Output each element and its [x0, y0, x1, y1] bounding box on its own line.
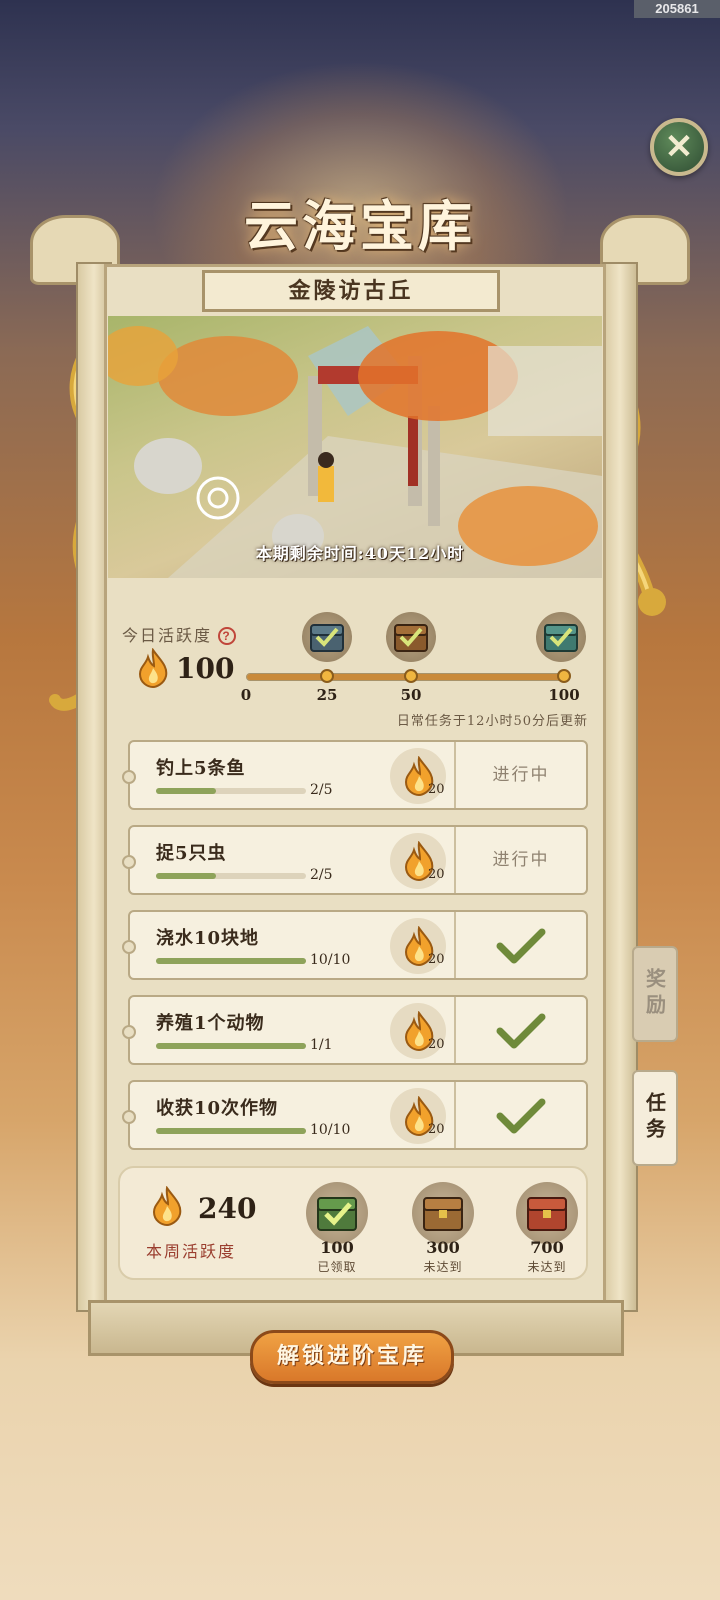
task-name: 捉5只虫 — [156, 843, 227, 864]
time-remaining: 本期剩余时间:40天12小时 — [255, 544, 465, 563]
tick-label: 0 — [240, 686, 252, 704]
corner-id: 205861 — [634, 0, 720, 18]
wood-chest-icon — [423, 1197, 463, 1231]
chest-50[interactable] — [386, 612, 436, 662]
task-reward-value: 20 — [428, 867, 445, 882]
wood-chest-icon — [394, 624, 428, 652]
task-progress-fill — [156, 1128, 306, 1134]
weekly-tier-value: 300 — [426, 1238, 460, 1257]
task-row[interactable]: 浇水10块地 10/10 20 — [122, 910, 588, 980]
tab-reward[interactable]: 奖励 — [632, 946, 678, 1042]
task-divider — [454, 997, 456, 1063]
close-icon: ✕ — [664, 128, 694, 166]
weekly-tier-state: 未达到 — [527, 1260, 567, 1274]
task-divider — [454, 912, 456, 978]
tick-marker — [557, 669, 571, 683]
close-button[interactable]: ✕ — [650, 118, 708, 176]
task-name: 钓上5条鱼 — [156, 758, 246, 779]
task-count: 10/10 — [310, 952, 351, 968]
weekly-chest-700[interactable] — [516, 1182, 578, 1244]
tick-label: 25 — [316, 686, 338, 704]
green-chest-icon — [310, 624, 344, 652]
check-icon — [496, 928, 546, 964]
task-reward-value: 20 — [428, 1122, 445, 1137]
check-icon — [496, 1098, 546, 1134]
task-notch — [122, 1110, 136, 1124]
green-chest-icon — [317, 1197, 357, 1231]
unlock-advanced-button[interactable]: 解锁进阶宝库 — [250, 1330, 454, 1384]
task-progress-fill — [156, 1043, 306, 1049]
task-row[interactable]: 养殖1个动物 1/1 20 — [122, 995, 588, 1065]
tick-label: 100 — [548, 686, 580, 704]
task-reward-value: 20 — [428, 952, 445, 967]
refresh-note: 日常任务于12小时50分后更新 — [396, 714, 588, 729]
task-progress-bar — [156, 1043, 306, 1049]
jade-chest-icon — [544, 624, 578, 652]
task-progress-fill — [156, 873, 216, 879]
task-name: 收获10次作物 — [156, 1098, 279, 1119]
task-status: 进行中 — [492, 765, 550, 785]
weekly-tier-value: 100 — [320, 1238, 354, 1257]
task-count: 2/5 — [310, 782, 333, 798]
location-title: 金陵访古丘 — [202, 270, 500, 312]
page-title: 云海宝库 — [244, 194, 476, 258]
check-icon — [496, 1013, 546, 1049]
tick-marker — [404, 669, 418, 683]
task-reward-value: 20 — [428, 782, 445, 797]
task-reward-value: 20 — [428, 1037, 445, 1052]
fire-icon — [138, 648, 168, 688]
chest-100[interactable] — [536, 612, 586, 662]
scene-illustration — [108, 316, 602, 578]
task-progress-fill — [156, 788, 216, 794]
task-progress-bar — [156, 873, 306, 879]
weekly-activity: 240 本周活跃度 100 已领取 300 未达到 700 未达到 — [118, 1166, 588, 1280]
task-progress-fill — [156, 958, 306, 964]
task-notch — [122, 1025, 136, 1039]
weekly-chest-100[interactable] — [306, 1182, 368, 1244]
task-notch — [122, 940, 136, 954]
weekly-tier-value: 700 — [530, 1238, 564, 1257]
tick-label: 50 — [400, 686, 422, 704]
weekly-fire-icon — [152, 1186, 182, 1226]
daily-label: 今日活跃度? — [122, 622, 237, 646]
task-row[interactable]: 捉5只虫 2/5 20 进行中 — [122, 825, 588, 895]
task-row[interactable]: 收获10次作物 10/10 20 — [122, 1080, 588, 1150]
task-name: 浇水10块地 — [156, 928, 260, 949]
task-progress-bar — [156, 958, 306, 964]
chest-25[interactable] — [302, 612, 352, 662]
task-row[interactable]: 钓上5条鱼 2/5 20 进行中 — [122, 740, 588, 810]
weekly-value: 240 — [198, 1192, 257, 1225]
weekly-label: 本周活跃度 — [146, 1242, 237, 1261]
task-count: 10/10 — [310, 1122, 351, 1138]
daily-value: 100 — [176, 652, 235, 685]
tick-marker — [320, 669, 334, 683]
task-status: 进行中 — [492, 850, 550, 870]
task-count: 2/5 — [310, 867, 333, 883]
tab-task[interactable]: 任务 — [632, 1070, 678, 1166]
task-notch — [122, 770, 136, 784]
task-name: 养殖1个动物 — [156, 1013, 265, 1034]
task-notch — [122, 855, 136, 869]
weekly-chest-300[interactable] — [412, 1182, 474, 1244]
daily-activity: 今日活跃度? 100 0 25 50 100 日常任务于12小时50分后更新 — [108, 592, 602, 734]
task-progress-bar — [156, 1128, 306, 1134]
weekly-tier-state: 未达到 — [423, 1260, 463, 1274]
task-divider — [454, 1082, 456, 1148]
red-chest-icon — [527, 1197, 567, 1231]
task-count: 1/1 — [310, 1037, 333, 1053]
help-icon[interactable]: ? — [218, 627, 237, 645]
task-progress-bar — [156, 788, 306, 794]
weekly-tier-state: 已领取 — [317, 1260, 357, 1274]
